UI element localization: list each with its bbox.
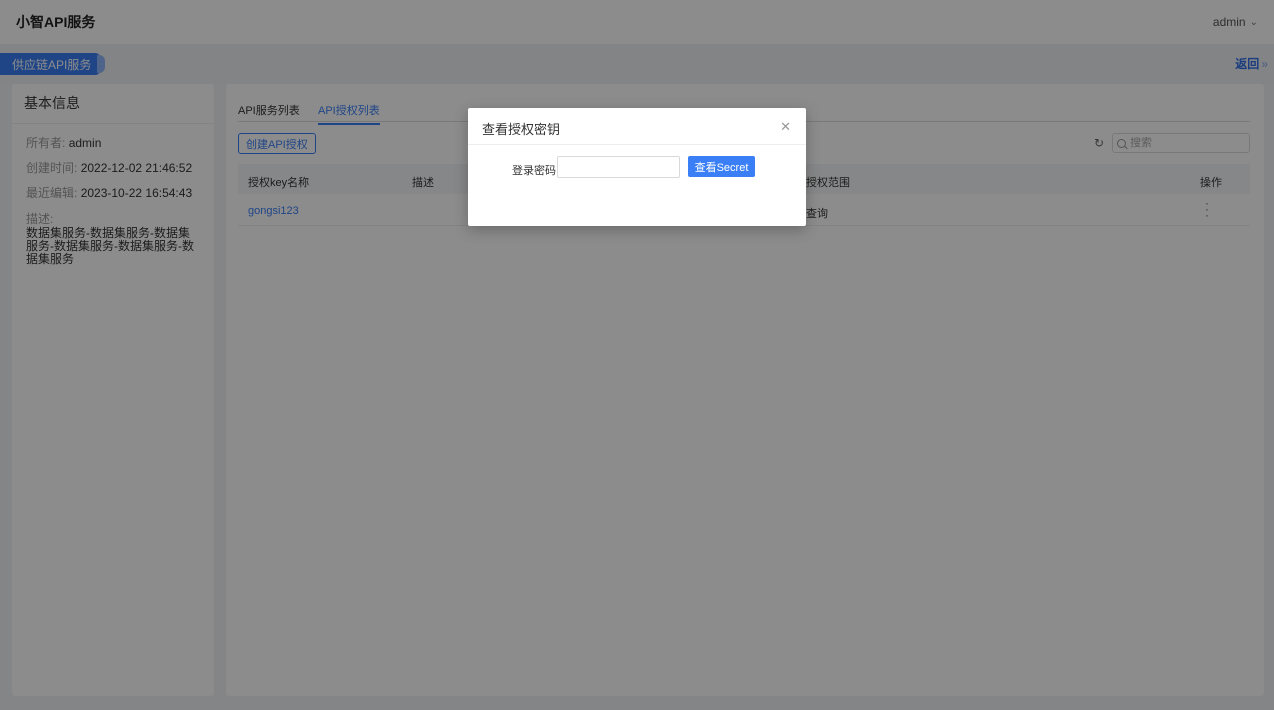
password-label: 登录密码 [512,165,556,177]
modal-overlay[interactable] [0,0,1274,710]
dialog-header: 查看授权密钥 ✕ [468,108,806,145]
password-input[interactable] [557,156,680,178]
view-secret-button[interactable]: 查看Secret [688,156,755,177]
dialog-body: 登录密码 查看Secret [468,145,806,225]
view-secret-dialog: 查看授权密钥 ✕ 登录密码 查看Secret [468,108,806,226]
close-icon[interactable]: ✕ [780,119,791,135]
dialog-title: 查看授权密钥 [482,122,561,137]
